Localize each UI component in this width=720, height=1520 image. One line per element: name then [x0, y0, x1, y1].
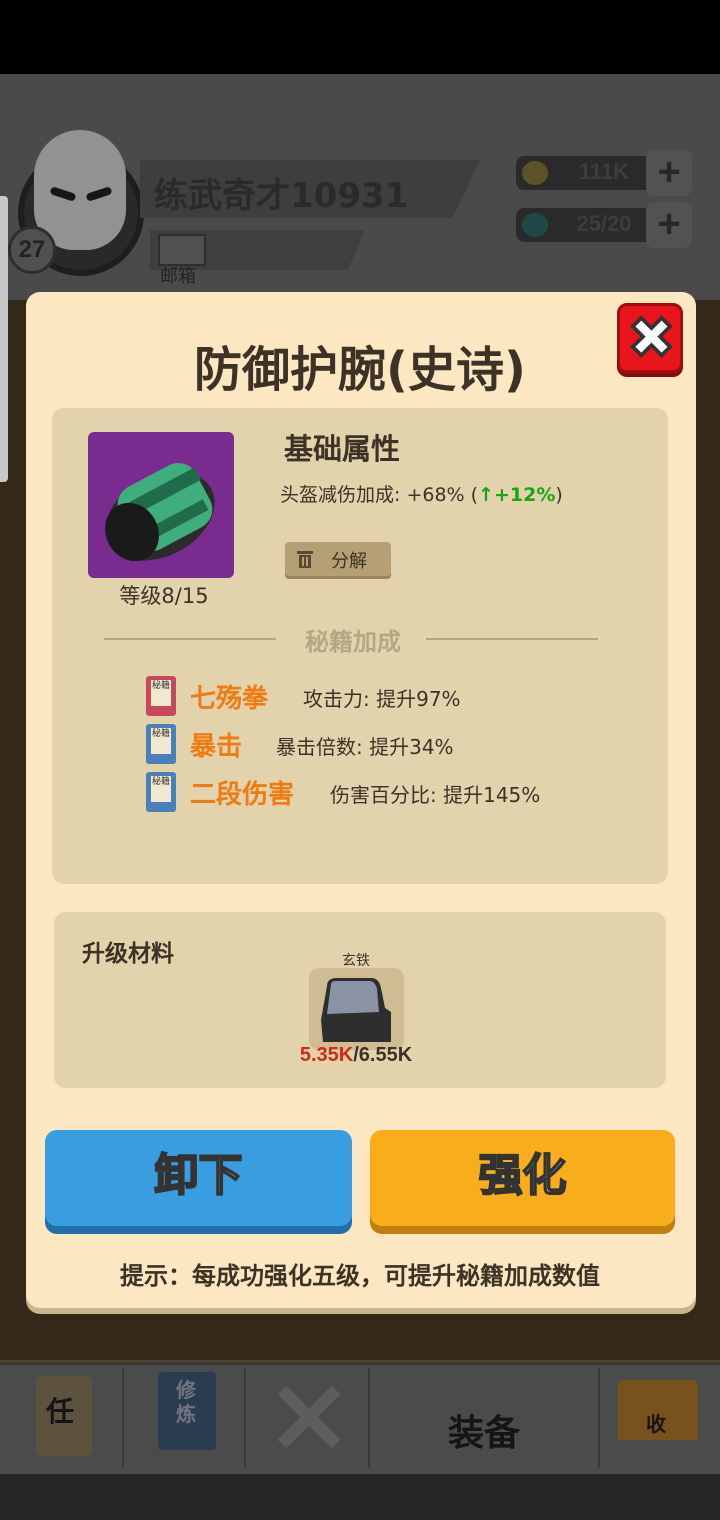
trash-icon	[297, 551, 313, 568]
material-have: 5.35K	[299, 1044, 354, 1066]
attribute-text: 头盔减伤加成: +68% (	[280, 484, 479, 506]
item-title: 防御护腕(史诗)	[194, 342, 526, 398]
item-level: 等级8/15	[119, 584, 209, 608]
skill-name: 暴击	[190, 732, 243, 762]
bonus-section-title: 秘籍加成	[305, 628, 401, 656]
base-attribute-line: 头盔减伤加成: +68% (↑+12%)	[280, 480, 563, 507]
up-arrow-icon: ↑	[478, 484, 494, 506]
attribute-close-paren: )	[555, 484, 563, 506]
blue-book-icon: 秘籍	[146, 772, 176, 812]
material-need: /6.55K	[353, 1044, 413, 1066]
decompose-label: 分解	[331, 551, 367, 572]
decompose-button[interactable]: 分解	[285, 542, 391, 576]
skill-desc: 攻击力: 提升97%	[303, 687, 461, 711]
base-attributes-title: 基础属性	[284, 432, 401, 466]
skill-name: 七殇拳	[190, 684, 269, 714]
item-bracer-icon	[88, 432, 234, 578]
materials-title: 升级材料	[82, 941, 174, 967]
attribute-increase: +12%	[493, 484, 556, 506]
skill-desc: 暴击倍数: 提升34%	[276, 735, 454, 759]
blue-book-icon: 秘籍	[146, 724, 176, 764]
skill-desc: 伤害百分比: 提升145%	[330, 783, 541, 807]
material-slot[interactable]	[309, 968, 404, 1050]
iron-ore-icon	[321, 978, 391, 1042]
unequip-button[interactable]: 卸下	[45, 1130, 352, 1226]
skill-name: 二段伤害	[190, 780, 295, 810]
enhance-tip: 提示：每成功强化五级，可提升秘籍加成数值	[120, 1262, 600, 1290]
material-name: 玄铁	[342, 953, 370, 969]
enhance-button[interactable]: 强化	[370, 1130, 675, 1226]
material-quantity: 5.35K/6.55K	[0, 1044, 712, 1067]
red-book-icon: 秘籍	[146, 676, 176, 716]
